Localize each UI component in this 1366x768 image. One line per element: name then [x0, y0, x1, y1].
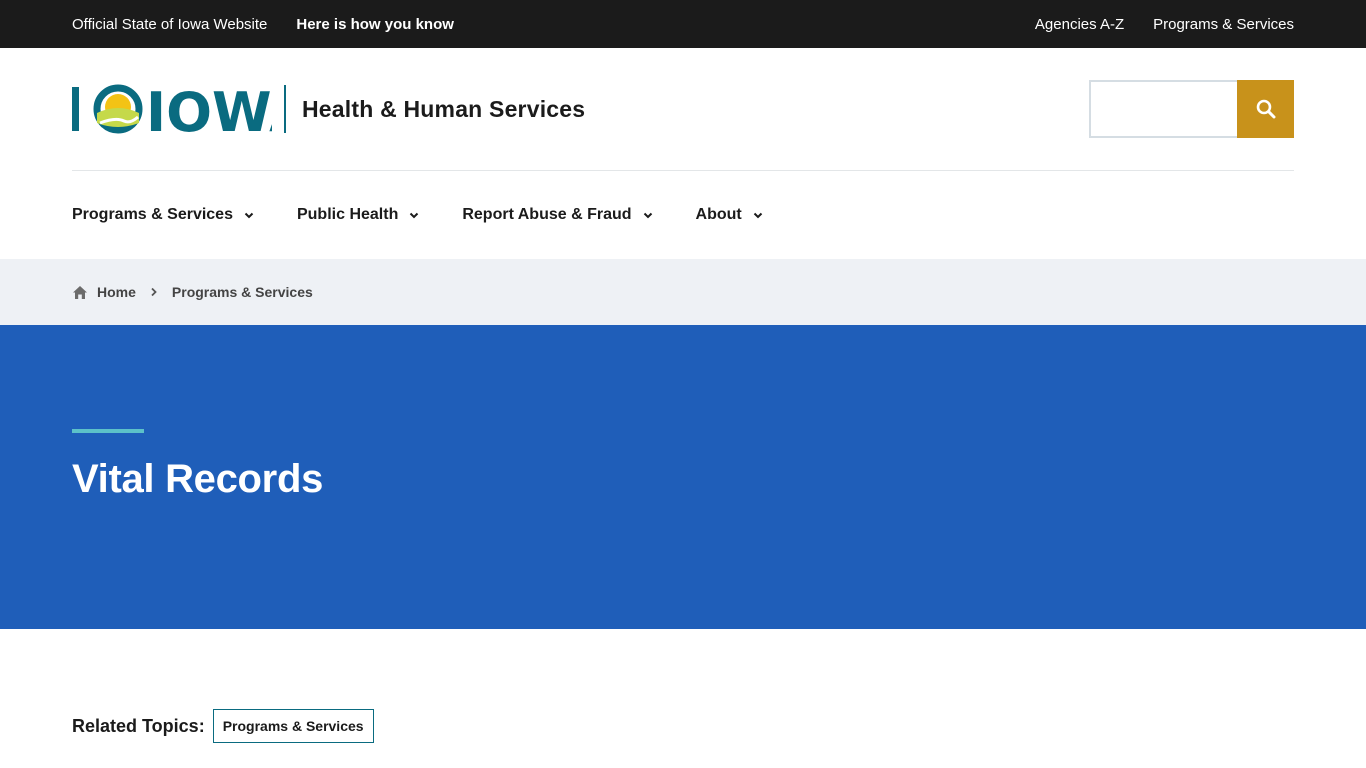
search-icon [1256, 99, 1275, 119]
chevron-right-icon [150, 287, 158, 297]
chevron-down-icon [643, 212, 653, 219]
utility-links: Agencies A-Z Programs & Services [1035, 16, 1294, 33]
breadcrumb-home-label: Home [97, 284, 136, 300]
related-topics-label: Related Topics: [72, 715, 205, 736]
nav-label: Report Abuse & Fraud [462, 206, 632, 223]
how-you-know-link[interactable]: Here is how you know [296, 16, 454, 33]
chevron-down-icon [409, 212, 419, 219]
chevron-down-icon [244, 212, 254, 219]
nav-label: Public Health [296, 206, 399, 223]
breadcrumb: Home Programs & Services [0, 259, 1366, 325]
iowa-logo-graphic: IOWA [72, 83, 272, 135]
breadcrumb-current[interactable]: Programs & Services [172, 284, 313, 300]
official-site-text: Official State of Iowa Website [72, 15, 268, 33]
search-input[interactable] [1089, 80, 1237, 138]
nav-label: About [695, 206, 742, 223]
breadcrumb-home[interactable]: Home [72, 284, 136, 300]
home-icon [72, 285, 88, 300]
agency-name[interactable]: Health & Human Services [302, 96, 585, 123]
official-banner: Official State of Iowa Website Here is h… [0, 0, 1366, 48]
hero-accent-bar [72, 429, 144, 433]
main-nav: Programs & Services Public Health Report… [0, 171, 1366, 259]
nav-label: Programs & Services [72, 206, 233, 223]
agencies-az-link[interactable]: Agencies A-Z [1035, 16, 1124, 33]
nav-about[interactable]: About [696, 206, 763, 224]
search-button[interactable] [1237, 80, 1294, 138]
page-hero: Vital Records [0, 325, 1366, 629]
iowa-logo[interactable]: IOWA [72, 79, 272, 139]
logo-wordmark: IOWA [146, 83, 272, 135]
brand-divider [284, 85, 286, 133]
nav-public-health[interactable]: Public Health [297, 206, 419, 224]
topic-tag[interactable]: Programs & Services [212, 709, 374, 743]
search-form [1089, 80, 1294, 138]
related-topics: Related Topics: Programs & Services [72, 709, 374, 743]
nav-report-abuse-fraud[interactable]: Report Abuse & Fraud [462, 206, 652, 224]
page-title: Vital Records [72, 457, 324, 501]
banner-left: Official State of Iowa Website Here is h… [72, 16, 454, 33]
chevron-down-icon [753, 212, 763, 219]
brand[interactable]: IOWA Health & Human Services [72, 79, 585, 139]
site-header: IOWA Health & Human Services [0, 48, 1366, 170]
nav-programs-services[interactable]: Programs & Services [72, 206, 254, 224]
programs-services-utility-link[interactable]: Programs & Services [1153, 16, 1294, 33]
